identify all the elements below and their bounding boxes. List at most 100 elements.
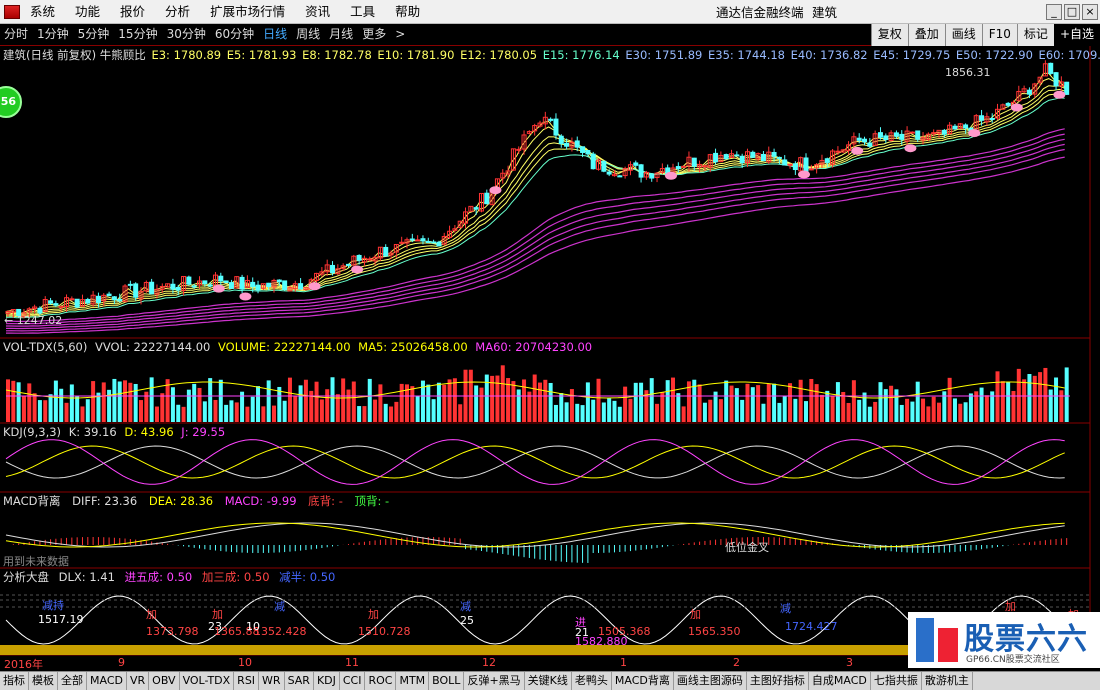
indicator-tab-16[interactable]: 关键K线 — [525, 672, 572, 690]
indicator-tabs: 指标 模板 全部 MACD VR OBV VOL-TDX RSI WR SAR KDJ CCI ROC M… — [0, 671, 1100, 690]
candle-body — [750, 151, 756, 158]
indicator-tab-7[interactable]: RSI — [234, 672, 260, 690]
volume-bar — [649, 378, 654, 422]
indicator-tab-12[interactable]: ROC — [365, 672, 397, 690]
candle-body — [617, 175, 623, 178]
indicator-tab-17[interactable]: 老鸭头 — [572, 672, 612, 690]
candle-body — [436, 241, 442, 247]
volume-bar — [154, 406, 159, 422]
volume-bar — [995, 371, 1000, 422]
indicator-tab-21[interactable]: 自成MACD — [809, 672, 871, 690]
volume-bar — [298, 385, 303, 422]
ma-label-item-6: E30: 1751.89 — [621, 48, 703, 62]
macd-legend-item-2: MACD: -9.99 — [221, 494, 297, 508]
candle-body — [638, 164, 644, 178]
volume-bar — [873, 401, 878, 422]
dlx-legend-item-1: 进五成: 0.50 — [120, 570, 193, 584]
volume-bar — [612, 400, 617, 422]
candle-body — [553, 118, 559, 136]
candle-body — [175, 286, 181, 291]
indicator-tab-5[interactable]: OBV — [149, 672, 180, 690]
kdj-line-1 — [5, 445, 1065, 479]
volume-bar — [798, 379, 803, 422]
indicator-tab-11[interactable]: CCI — [340, 672, 366, 690]
indicator-tab-6[interactable]: VOL-TDX — [180, 672, 235, 690]
kdj-legend: K: 39.16 D: 43.96 J: 29.55 — [65, 425, 225, 439]
volume-bar — [431, 399, 436, 422]
indicator-tab-10[interactable]: KDJ — [314, 672, 340, 690]
macd-line-0 — [5, 522, 1065, 548]
signal-marker — [968, 129, 981, 138]
volume-bar — [197, 387, 202, 422]
volume-bar — [170, 387, 175, 422]
kdj-legend-item-1: D: 43.96 — [120, 425, 174, 439]
candle-body — [723, 154, 729, 160]
volume-bar — [522, 379, 527, 422]
candle-body — [862, 138, 868, 143]
indicator-tab-1[interactable]: 模板 — [29, 672, 58, 690]
volume-bar — [218, 379, 223, 422]
candle-body — [484, 192, 490, 205]
ema-fast-line-3 — [5, 72, 1066, 314]
candle-body — [564, 142, 570, 147]
indicator-tab-15[interactable]: 反弹+黑马 — [464, 672, 525, 690]
volume-bar — [952, 398, 957, 422]
volume-bar — [181, 406, 186, 422]
volume-bar — [564, 402, 569, 422]
candle-body — [85, 298, 91, 304]
candle-body — [255, 284, 261, 291]
volume-bar — [835, 382, 840, 422]
indicator-tab-2[interactable]: 全部 — [58, 672, 87, 690]
candle-body — [979, 115, 985, 121]
volume-bar — [192, 383, 197, 422]
volume-bar — [245, 406, 250, 422]
volume-bar — [85, 399, 90, 422]
candle-body — [170, 283, 176, 290]
candle-body — [713, 152, 719, 163]
candle-body — [909, 131, 915, 134]
candle-body — [824, 158, 830, 163]
watermark-site: GP66.CN股票交流社区 — [966, 655, 1060, 665]
date-label-3: 11 — [345, 656, 359, 669]
indicator-tab-22[interactable]: 七指共振 — [871, 672, 922, 690]
candle-body — [48, 300, 54, 304]
indicator-tab-18[interactable]: MACD背离 — [612, 672, 674, 690]
indicator-tab-13[interactable]: MTM — [396, 672, 430, 690]
indicator-tab-9[interactable]: SAR — [285, 672, 314, 690]
indicator-tab-20[interactable]: 主图好指标 — [747, 672, 809, 690]
candle-body — [856, 137, 862, 141]
candle-body — [952, 125, 958, 130]
candle-body — [282, 280, 288, 290]
volume-bar — [458, 404, 463, 422]
candle-body — [649, 173, 655, 179]
indicator-tab-0[interactable]: 指标 — [0, 672, 29, 690]
indicator-tab-14[interactable]: BOLL — [429, 672, 465, 690]
volume-bar — [1064, 367, 1069, 422]
dlx-annotation: 10 — [246, 620, 260, 633]
signal-marker — [851, 146, 864, 155]
indicator-tab-4[interactable]: VR — [127, 672, 150, 690]
indicator-tab-23[interactable]: 散游机主 — [922, 672, 973, 690]
volume-bar — [676, 393, 681, 422]
volume-bar — [500, 365, 505, 422]
watermark-logo-icon — [916, 618, 958, 662]
volume-bar — [718, 399, 723, 422]
candle-body — [228, 282, 234, 289]
indicator-tab-3[interactable]: MACD — [87, 672, 127, 690]
volume-bar — [681, 406, 686, 422]
date-label-4: 12 — [482, 656, 496, 669]
kdj-line-0 — [5, 445, 1065, 479]
volume-bar — [128, 382, 133, 422]
indicator-tab-8[interactable]: WR — [259, 672, 285, 690]
volume-bar — [1006, 381, 1011, 422]
volume-bar — [639, 382, 644, 422]
volume-bar — [591, 399, 596, 422]
volume-bar — [937, 402, 941, 422]
volume-bar — [671, 377, 675, 422]
volume-bar — [21, 395, 26, 422]
volume-bar — [341, 378, 346, 422]
volume-bar — [793, 398, 798, 422]
volume-bar — [234, 402, 239, 422]
indicator-tab-19[interactable]: 画线主图源码 — [674, 672, 747, 690]
dlx-panel-title: 分析大盘 — [3, 570, 49, 584]
